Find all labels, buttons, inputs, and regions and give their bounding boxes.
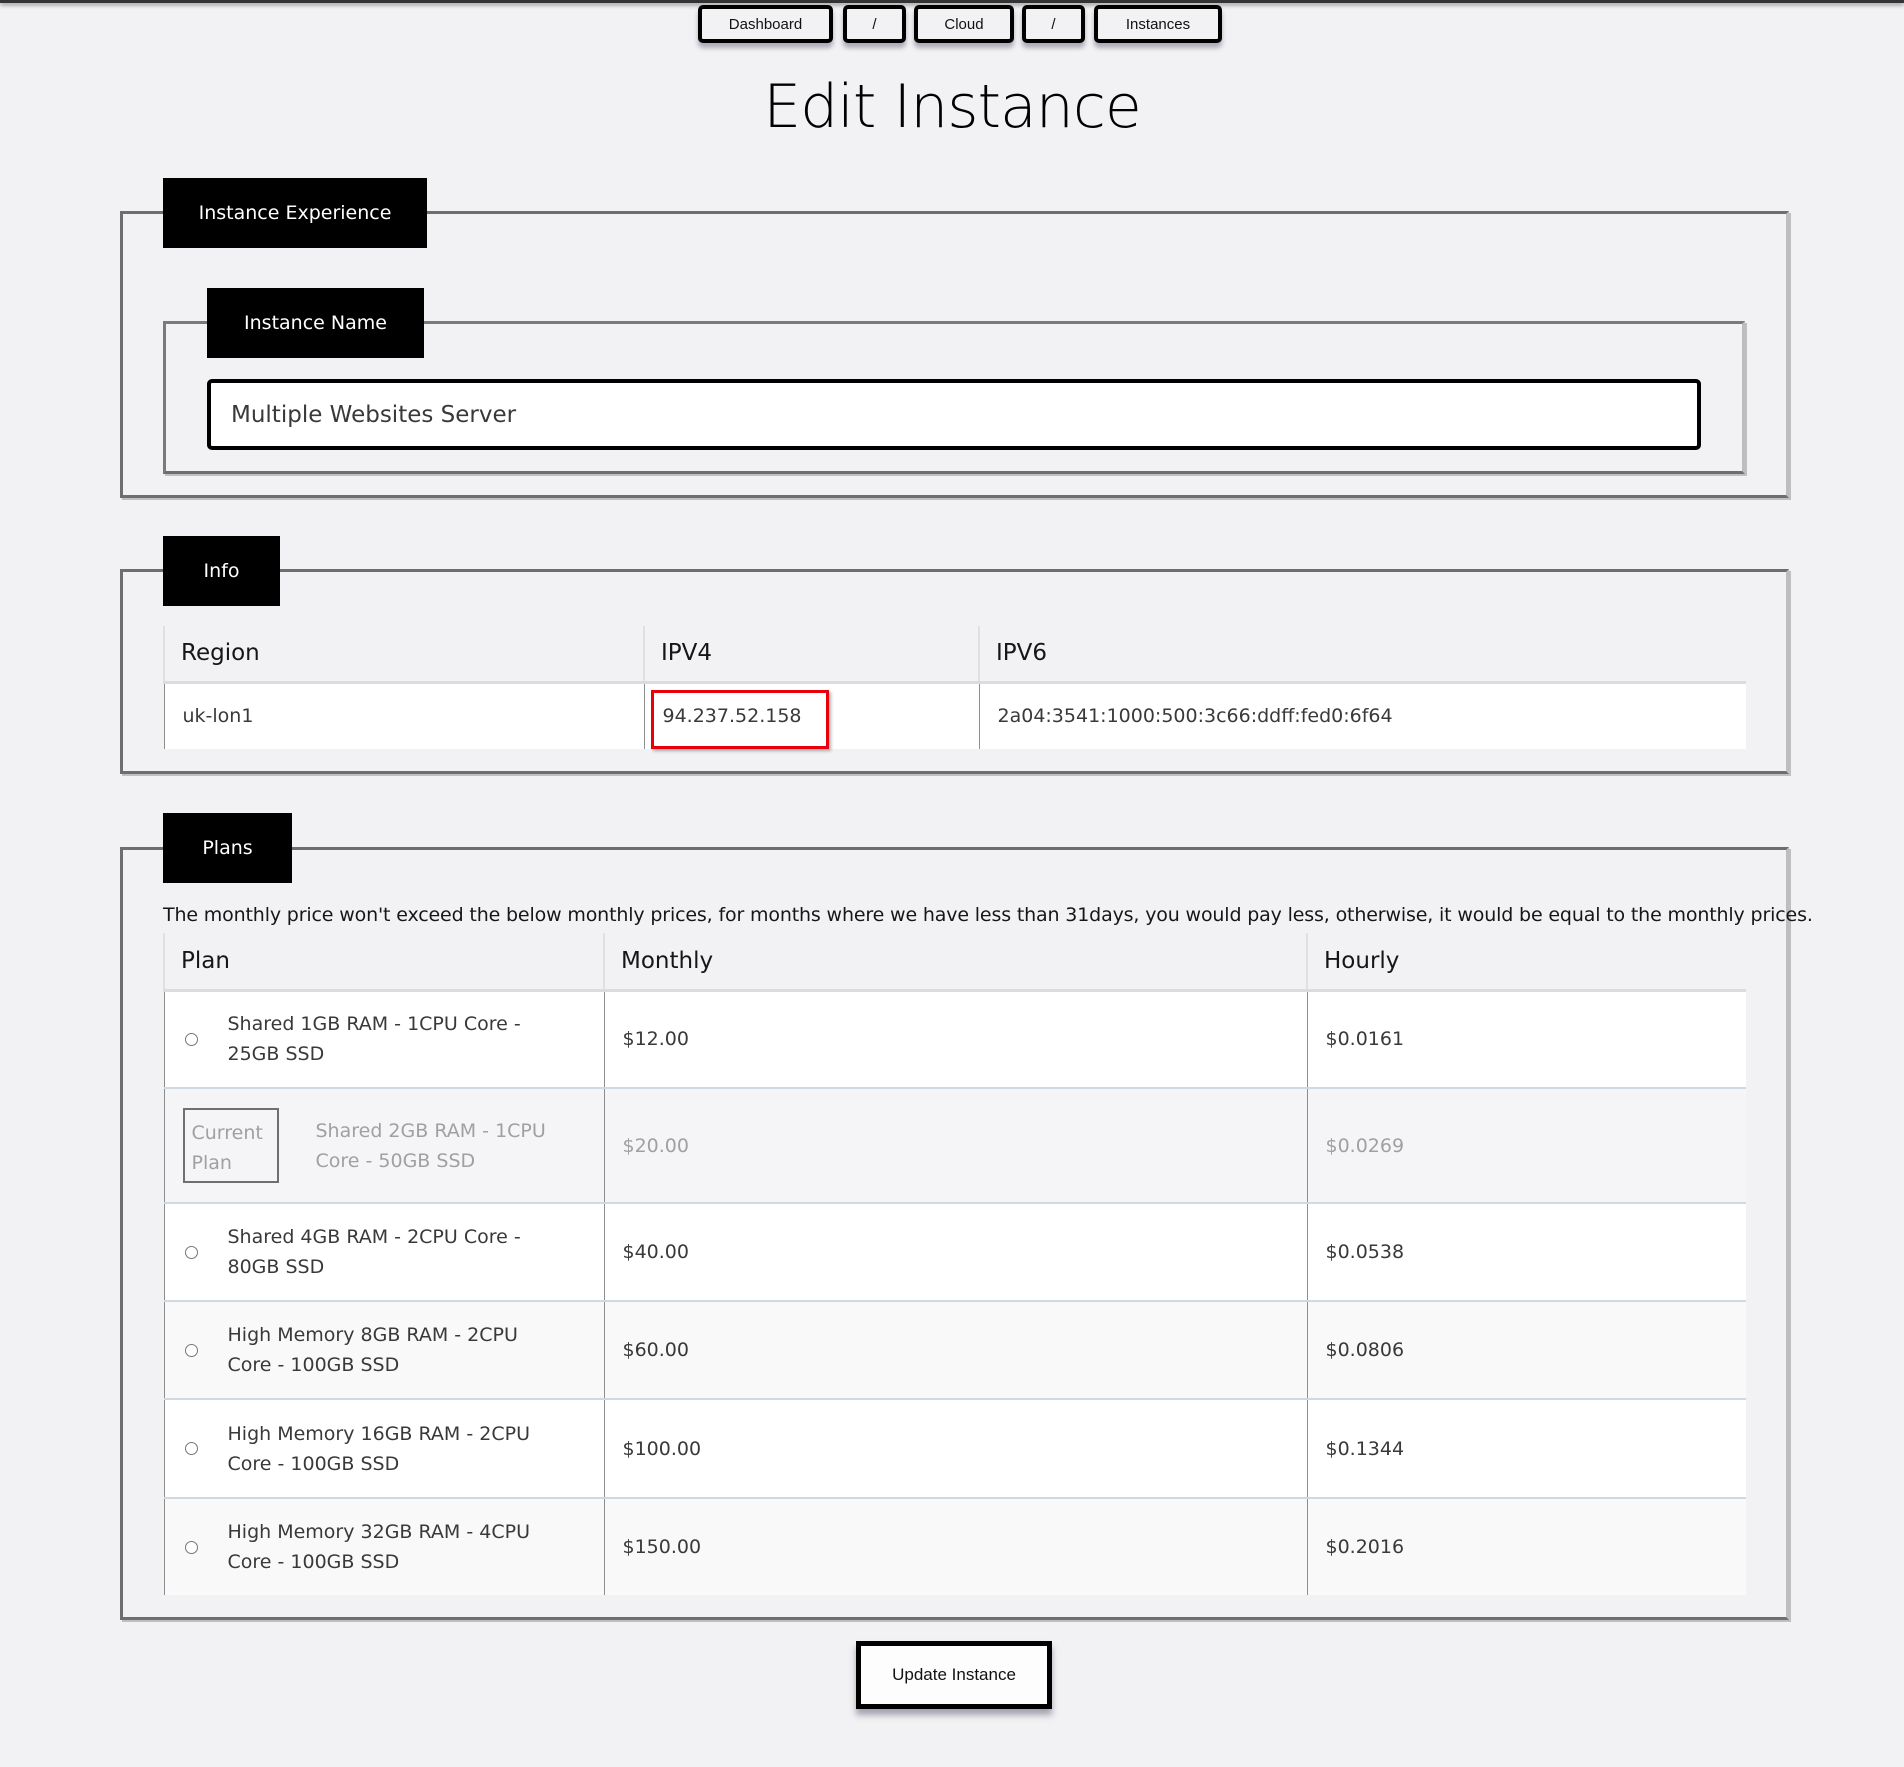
- column-header-hourly: Hourly: [1306, 933, 1746, 992]
- plan-monthly-price: $40.00: [603, 1203, 1307, 1302]
- breadcrumb-separator[interactable]: /: [1022, 5, 1085, 43]
- plan-name: High Memory 32GB RAM - 4CPU Core - 100GB…: [227, 1521, 530, 1573]
- plans-legend: Plans: [163, 813, 292, 883]
- plan-monthly-price: $60.00: [603, 1301, 1307, 1400]
- column-header-plan: Plan: [163, 933, 604, 992]
- plan-monthly-price: $150.00: [603, 1498, 1307, 1595]
- plan-radio[interactable]: [184, 1343, 198, 1357]
- plan-row[interactable]: High Memory 8GB RAM - 2CPU Core - 100GB …: [163, 1301, 1746, 1400]
- plan-monthly-price: $12.00: [603, 990, 1307, 1089]
- plans-table: Plan Monthly Hourly Shared 1GB RAM - 1CP…: [163, 933, 1746, 1595]
- plan-row[interactable]: High Memory 16GB RAM - 2CPU Core - 100GB…: [163, 1399, 1746, 1499]
- plan-name: High Memory 8GB RAM - 2CPU Core - 100GB …: [227, 1324, 518, 1376]
- plan-hourly-price: $0.0806: [1306, 1301, 1746, 1400]
- plan-hourly-price: $0.0161: [1306, 990, 1746, 1089]
- breadcrumb-cloud[interactable]: Cloud: [914, 5, 1014, 43]
- plan-radio[interactable]: [184, 1245, 198, 1259]
- breadcrumb-dashboard[interactable]: Dashboard: [698, 5, 833, 43]
- instance-name-legend: Instance Name: [207, 288, 424, 358]
- plan-row[interactable]: Shared 1GB RAM - 1CPU Core - 25GB SSD $1…: [163, 990, 1746, 1089]
- plan-radio[interactable]: [184, 1442, 198, 1455]
- column-header-ipv6: IPV6: [978, 626, 1746, 684]
- plan-radio[interactable]: [184, 1540, 198, 1554]
- plan-hourly-price: $0.1344: [1306, 1399, 1746, 1499]
- table-row: uk-lon1 94.237.52.158 2a04:3541:1000:500…: [163, 682, 1746, 749]
- plan-row-current: Current Plan Shared 2GB RAM - 1CPU Core …: [163, 1088, 1746, 1204]
- ipv4-value: 94.237.52.158: [643, 682, 979, 749]
- region-value: uk-lon1: [163, 682, 644, 749]
- plan-radio[interactable]: [184, 1032, 198, 1046]
- plan-hourly-price: $0.2016: [1306, 1498, 1746, 1595]
- plan-monthly-price: $20.00: [603, 1088, 1307, 1204]
- plan-monthly-price: $100.00: [603, 1399, 1307, 1499]
- plan-row[interactable]: High Memory 32GB RAM - 4CPU Core - 100GB…: [163, 1498, 1746, 1595]
- instance-name-input[interactable]: [207, 379, 1701, 450]
- current-plan-badge: Current Plan: [182, 1108, 279, 1183]
- plan-row[interactable]: Shared 4GB RAM - 2CPU Core - 80GB SSD $4…: [163, 1203, 1746, 1302]
- page-title: Edit Instance: [763, 72, 1141, 142]
- plan-name: High Memory 16GB RAM - 2CPU Core - 100GB…: [227, 1422, 530, 1475]
- plan-name: Shared 2GB RAM - 1CPU Core - 50GB SSD: [315, 1119, 546, 1172]
- top-bar: [0, 0, 1904, 3]
- plans-pricing-note: The monthly price won't exceed the below…: [163, 904, 1813, 926]
- plan-name: Shared 1GB RAM - 1CPU Core - 25GB SSD: [227, 1013, 521, 1066]
- ipv6-value: 2a04:3541:1000:500:3c66:ddff:fed0:6f64: [978, 682, 1746, 749]
- column-header-monthly: Monthly: [603, 933, 1307, 992]
- info-table: Region IPV4 IPV6 uk-lon1 94.237.52.158 2…: [163, 626, 1746, 749]
- plan-hourly-price: $0.0538: [1306, 1203, 1746, 1302]
- instance-experience-legend: Instance Experience: [163, 178, 427, 248]
- column-header-region: Region: [163, 626, 644, 684]
- info-legend: Info: [163, 536, 280, 606]
- column-header-ipv4: IPV4: [643, 626, 979, 684]
- plan-name: Shared 4GB RAM - 2CPU Core - 80GB SSD: [227, 1226, 521, 1278]
- update-instance-button[interactable]: Update Instance: [856, 1641, 1052, 1709]
- plan-hourly-price: $0.0269: [1306, 1088, 1746, 1204]
- breadcrumb-separator[interactable]: /: [843, 5, 906, 43]
- breadcrumb-instances[interactable]: Instances: [1094, 5, 1222, 43]
